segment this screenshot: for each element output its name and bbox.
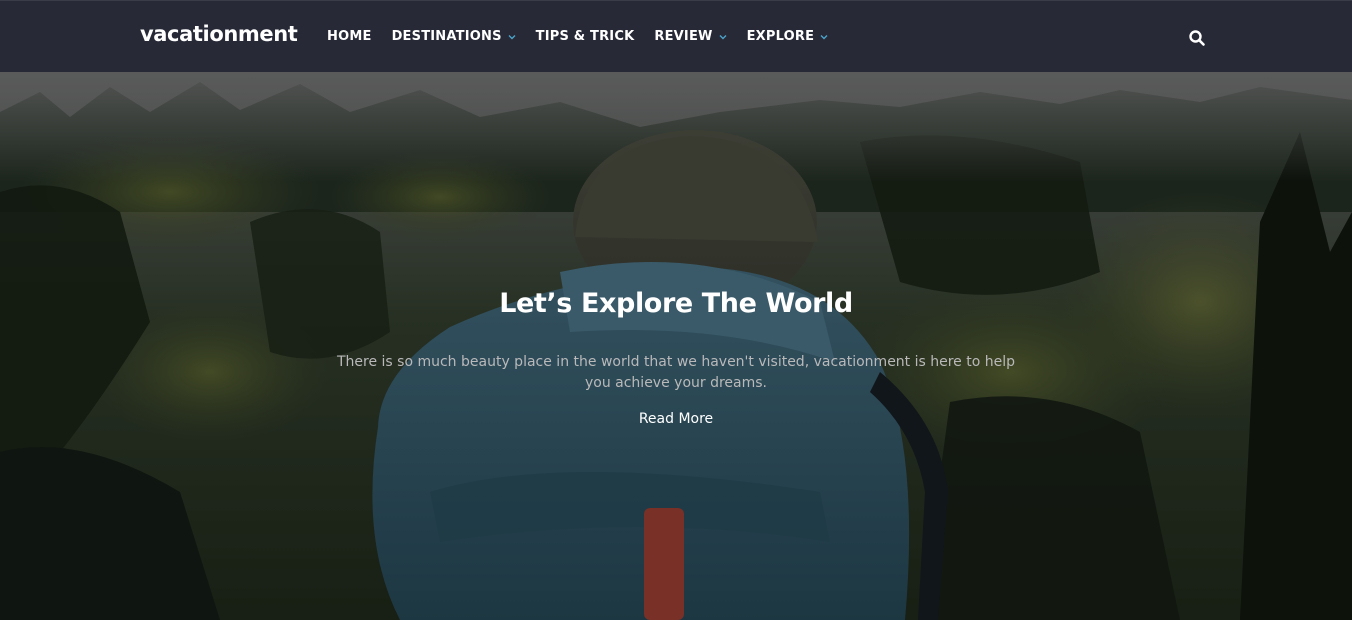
read-more-link[interactable]: Read More (639, 411, 713, 427)
chevron-down-icon (820, 35, 828, 40)
nav-item-label: REVIEW (654, 29, 713, 44)
top-navbar: vacationment HOME DESTINATIONS TIPS & TR… (0, 0, 1352, 72)
nav-item-home[interactable]: HOME (327, 29, 372, 45)
search-icon[interactable] (1188, 29, 1206, 47)
nav-item-explore[interactable]: EXPLORE (747, 29, 829, 45)
main-menu: HOME DESTINATIONS TIPS & TRICK REVIEW EX… (327, 29, 848, 45)
nav-item-label: HOME (327, 29, 372, 44)
nav-item-tips-trick[interactable]: TIPS & TRICK (536, 29, 635, 45)
nav-item-destinations[interactable]: DESTINATIONS (392, 29, 516, 45)
nav-item-label: EXPLORE (746, 29, 815, 44)
site-logo[interactable]: vacationment (140, 22, 298, 46)
nav-item-review[interactable]: REVIEW (654, 29, 727, 45)
hero-title: Let’s Explore The World (499, 288, 853, 319)
hero-background-image (0, 72, 1352, 620)
chevron-down-icon (508, 35, 516, 40)
hero-description: There is so much beauty place in the wor… (336, 354, 1016, 391)
nav-item-label: DESTINATIONS (391, 29, 502, 44)
read-more-container: Read More (0, 410, 1352, 428)
nav-item-label: TIPS & TRICK (535, 29, 635, 44)
chevron-down-icon (719, 35, 727, 40)
hero-banner: Let’s Explore The World There is so much… (0, 72, 1352, 620)
